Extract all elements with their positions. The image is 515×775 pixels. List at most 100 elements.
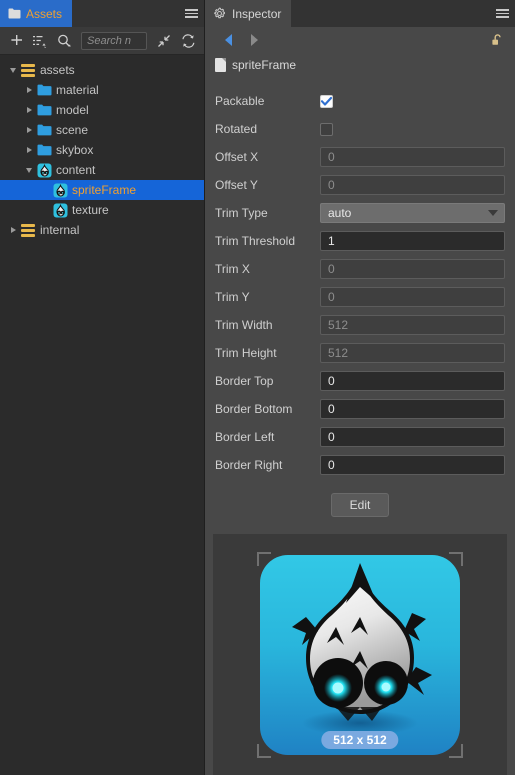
input-trim-threshold[interactable]: 1 bbox=[320, 231, 505, 251]
tree-item-label: scene bbox=[56, 123, 89, 137]
checkbox-rotated[interactable] bbox=[320, 122, 333, 136]
chevron-down-icon bbox=[488, 210, 498, 216]
input-border-right[interactable]: 0 bbox=[320, 455, 505, 475]
property-field-trim-type: auto bbox=[320, 203, 505, 223]
property-row-packable: Packable bbox=[215, 87, 505, 115]
property-row-trim-x: Trim X 0 bbox=[215, 255, 505, 283]
inspector-asset-header: spriteFrame bbox=[205, 53, 515, 77]
input-border-top[interactable]: 0 bbox=[320, 371, 505, 391]
tree-item-internal[interactable]: internal bbox=[0, 220, 204, 240]
inspector-panel: Inspector spriteFrame Packable Rotated Off… bbox=[205, 0, 515, 775]
collapse-all-icon[interactable] bbox=[153, 30, 175, 52]
tree-item-label: skybox bbox=[56, 143, 94, 157]
inspector-menu-button[interactable] bbox=[489, 0, 515, 27]
tab-inspector-label: Inspector bbox=[232, 6, 282, 21]
search-input[interactable] bbox=[87, 34, 141, 47]
refresh-icon[interactable] bbox=[177, 30, 199, 52]
tree-item-scene[interactable]: scene bbox=[0, 120, 204, 140]
search-box[interactable] bbox=[81, 31, 147, 50]
chevron-right-icon[interactable] bbox=[22, 103, 36, 117]
sort-icon[interactable] bbox=[29, 30, 51, 52]
property-row-offset-x: Offset X 0 bbox=[215, 143, 505, 171]
arrow-forward-icon[interactable] bbox=[241, 27, 267, 53]
select-value: auto bbox=[328, 206, 352, 220]
chevron-right-icon[interactable] bbox=[22, 83, 36, 97]
tree-item-skybox[interactable]: skybox bbox=[0, 140, 204, 160]
property-label-offset-x: Offset X bbox=[215, 150, 259, 164]
handle-bottom-left[interactable] bbox=[257, 743, 271, 758]
property-row-trim-height: Trim Height 512 bbox=[215, 339, 505, 367]
inspector-navbar bbox=[205, 27, 515, 53]
tab-assets[interactable]: Assets bbox=[0, 0, 73, 27]
chevron-down-icon[interactable] bbox=[22, 163, 36, 177]
assets-panel: Assets Search n assets material model sc… bbox=[0, 0, 205, 775]
property-field-offset-y: 0 bbox=[320, 175, 505, 195]
property-field-border-top: 0 bbox=[320, 371, 505, 391]
assets-menu-button[interactable] bbox=[178, 0, 204, 27]
property-field-border-left: 0 bbox=[320, 427, 505, 447]
tree-item-material[interactable]: material bbox=[0, 80, 204, 100]
edit-button[interactable]: Edit bbox=[330, 493, 390, 517]
chevron-right-icon[interactable] bbox=[22, 143, 36, 157]
sprite-preview-area[interactable]: 512 x 512 bbox=[213, 534, 507, 775]
property-row-trim-width: Trim Width 512 bbox=[215, 311, 505, 339]
arrow-back-icon[interactable] bbox=[215, 27, 241, 53]
tree-item-label: internal bbox=[40, 223, 80, 237]
input-trim-width: 512 bbox=[320, 315, 505, 335]
property-label-packable: Packable bbox=[215, 94, 265, 108]
chevron-right-icon[interactable] bbox=[22, 123, 36, 137]
property-row-border-left: Border Left 0 bbox=[215, 423, 505, 451]
input-border-bottom[interactable]: 0 bbox=[320, 399, 505, 419]
handle-bottom-right[interactable] bbox=[449, 743, 463, 758]
tree-item-spriteframe[interactable]: spriteFrame bbox=[0, 180, 204, 200]
property-label-trim-type: Trim Type bbox=[215, 206, 268, 220]
property-label-trim-height: Trim Height bbox=[215, 346, 277, 360]
tree-item-label: spriteFrame bbox=[72, 183, 137, 197]
search-filter-icon[interactable] bbox=[53, 30, 75, 52]
folder-icon bbox=[36, 82, 52, 98]
property-field-rotated bbox=[320, 122, 505, 136]
unlock-icon[interactable] bbox=[490, 33, 505, 48]
file-icon bbox=[215, 58, 226, 72]
property-label-trim-width: Trim Width bbox=[215, 318, 273, 332]
checkbox-packable[interactable] bbox=[320, 94, 333, 108]
assets-tree: assets material model scene skybox content spr… bbox=[0, 55, 204, 775]
property-row-trim-threshold: Trim Threshold 1 bbox=[215, 227, 505, 255]
tree-item-content[interactable]: content bbox=[0, 160, 204, 180]
select-trim-type[interactable]: auto bbox=[320, 203, 505, 223]
property-field-trim-threshold: 1 bbox=[320, 231, 505, 251]
tree-item-label: content bbox=[56, 163, 96, 177]
property-label-trim-y: Trim Y bbox=[215, 290, 250, 304]
tree-item-assets[interactable]: assets bbox=[0, 60, 204, 80]
property-row-rotated: Rotated bbox=[215, 115, 505, 143]
assets-toolbar bbox=[0, 27, 204, 55]
assets-tabbar: Assets bbox=[0, 0, 204, 27]
tree-item-label: material bbox=[56, 83, 99, 97]
property-label-border-right: Border Right bbox=[215, 458, 283, 472]
property-label-border-left: Border Left bbox=[215, 430, 275, 444]
chevron-down-icon[interactable] bbox=[6, 63, 20, 77]
tree-item-texture[interactable]: texture bbox=[0, 200, 204, 220]
inspector-tabbar: Inspector bbox=[205, 0, 515, 27]
tab-inspector[interactable]: Inspector bbox=[205, 0, 292, 27]
handle-top-right[interactable] bbox=[449, 551, 463, 566]
chevron-right-icon[interactable] bbox=[6, 223, 20, 237]
property-row-border-top: Border Top 0 bbox=[215, 367, 505, 395]
property-field-trim-y: 0 bbox=[320, 287, 505, 307]
folder-icon bbox=[36, 142, 52, 158]
handle-top-left[interactable] bbox=[257, 551, 271, 566]
input-trim-x: 0 bbox=[320, 259, 505, 279]
page-title: spriteFrame bbox=[232, 58, 297, 72]
database-icon bbox=[20, 62, 36, 78]
property-label-rotated: Rotated bbox=[215, 122, 258, 136]
property-row-border-bottom: Border Bottom 0 bbox=[215, 395, 505, 423]
property-field-packable bbox=[320, 94, 505, 108]
input-border-left[interactable]: 0 bbox=[320, 427, 505, 447]
sprite-icon bbox=[52, 182, 68, 198]
tree-item-model[interactable]: model bbox=[0, 100, 204, 120]
property-field-offset-x: 0 bbox=[320, 147, 505, 167]
folder-icon bbox=[8, 7, 21, 20]
property-label-offset-y: Offset Y bbox=[215, 178, 258, 192]
plus-icon[interactable] bbox=[5, 30, 27, 52]
